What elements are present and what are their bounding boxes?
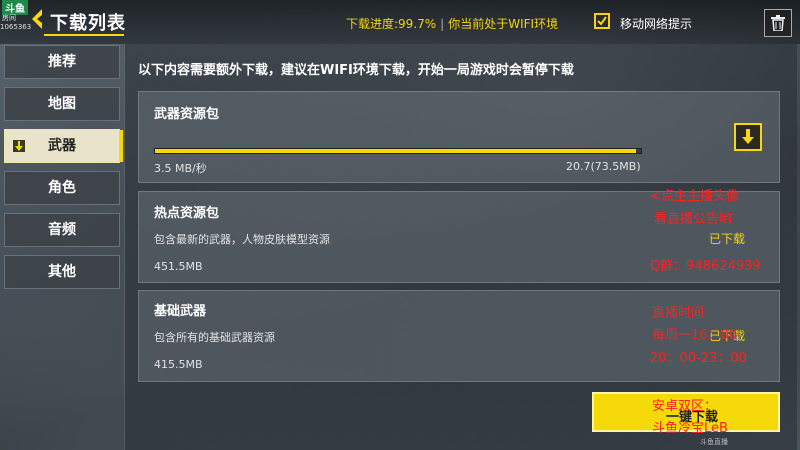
top-bar: 斗鱼 房间 1065363 下载列表 下载进度:99.7% | 你当前处于WIFI环… (0, 0, 800, 44)
package-description: 包含最新的武器，人物皮肤模型资源 (154, 233, 330, 246)
title-underline (44, 34, 124, 36)
pause-download-button[interactable] (734, 123, 762, 151)
package-size: 451.5MB (154, 260, 203, 273)
download-progress-status: 下载进度:99.7% | 你当前处于WIFI环境 (346, 15, 558, 32)
wifi-status: 你当前处于WIFI环境 (448, 17, 559, 31)
stream-overlay-line: <点主主播头像 (650, 189, 739, 204)
download-arrow-icon (742, 129, 754, 144)
stream-overlay-line: 直播时间 (652, 306, 705, 321)
download-speed: 3.5 MB/秒 (154, 162, 207, 175)
package-title: 热点资源包 (154, 206, 220, 221)
mobile-prompt-checkbox[interactable] (594, 13, 610, 29)
sidebar-item-label: 武器 (48, 138, 76, 154)
sidebar-item-other[interactable]: 其他 (4, 255, 120, 289)
sidebar-item-label: 角色 (48, 180, 76, 196)
watermark: 斗鱼直播 (700, 438, 728, 446)
stream-overlay-line: Q群：948624939 (650, 259, 761, 274)
page-title: 下载列表 (50, 13, 126, 34)
package-size: 415.5MB (154, 358, 203, 371)
sidebar-item-label: 音频 (48, 222, 76, 238)
douyu-logo: 斗鱼 房间 1065363 (0, 0, 34, 34)
room-id: 1065363 (0, 23, 32, 31)
sidebar-item-map[interactable]: 地图 (4, 87, 120, 121)
stream-overlay-line: 每周一16：00 (652, 328, 738, 343)
package-title: 基础武器 (154, 304, 207, 319)
download-status: 已下载 (709, 232, 746, 246)
sidebar-item-audio[interactable]: 音频 (4, 213, 120, 247)
download-progress-fill (155, 149, 637, 153)
sidebar-item-character[interactable]: 角色 (4, 171, 120, 205)
sidebar-item-weapon[interactable]: 武器 (4, 129, 123, 163)
download-progress-bar (154, 148, 642, 154)
downloaded-amount: 20.7(73.5MB) (566, 160, 641, 173)
stream-overlay-line: 看直播公告哟 (654, 212, 733, 227)
sidebar-item-label: 推荐 (48, 54, 76, 70)
package-title: 武器资源包 (154, 107, 220, 122)
back-arrow-icon (32, 9, 42, 29)
progress-label: 下载进度:99.7% (346, 17, 437, 31)
mobile-prompt-label[interactable]: 移动网络提示 (620, 15, 692, 32)
logo-sub: 房间 (2, 14, 16, 22)
active-indicator (119, 130, 123, 162)
delete-button[interactable] (764, 9, 792, 37)
sidebar-item-recommend[interactable]: 推荐 (4, 45, 120, 79)
stream-overlay-line: 安卓双区： (652, 399, 718, 414)
checkmark-icon (597, 16, 607, 26)
trash-icon (771, 15, 785, 31)
sidebar-item-label: 其他 (48, 264, 76, 280)
stream-overlay-line: 20：00-23：00 (650, 351, 747, 366)
package-description: 包含所有的基础武器资源 (154, 331, 275, 344)
stream-overlay-line: 斗鱼冷宝LeB (652, 421, 728, 436)
download-notice: 以下内容需要额外下载，建议在WIFI环境下载，开始一局游戏时会暂停下载 (138, 63, 574, 78)
back-button[interactable] (30, 8, 44, 30)
separator: | (440, 17, 445, 31)
downloading-icon (13, 140, 25, 152)
sidebar-item-label: 地图 (48, 96, 76, 112)
package-card-weapon: 武器资源包 3.5 MB/秒 20.7(73.5MB) (138, 91, 780, 183)
